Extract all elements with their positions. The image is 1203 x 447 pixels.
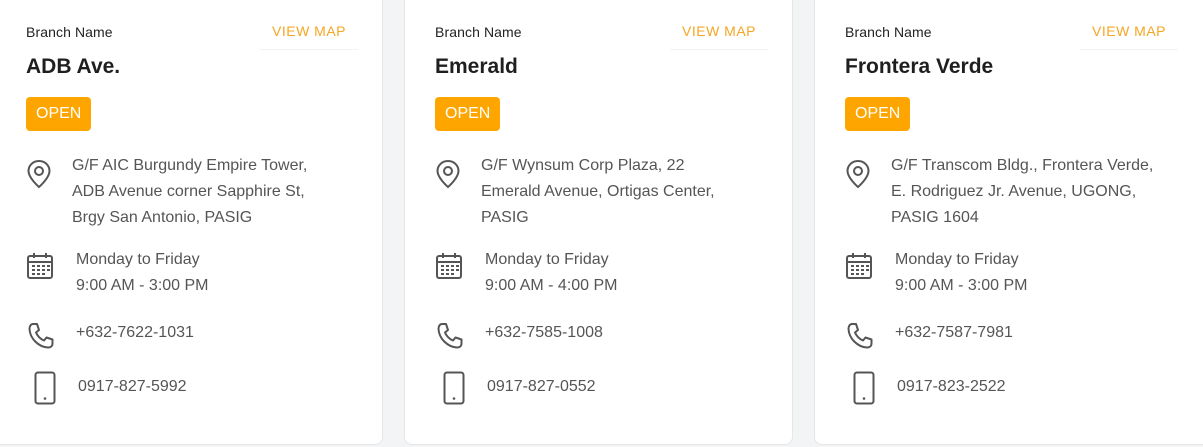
address-line: Emerald Avenue, Ortigas Center, — [481, 183, 715, 200]
address-line: G/F AIC Burgundy Empire Tower, — [72, 157, 308, 174]
status-badge: OPEN — [26, 97, 92, 131]
address-text: G/F Transcom Bldg., Frontera Verde, E. R… — [891, 153, 1153, 231]
status-badge: OPEN — [435, 97, 501, 131]
branch-name: ADB Ave. — [26, 55, 121, 78]
mobile-phone-icon — [443, 371, 465, 405]
address-line: G/F Wynsum Corp Plaza, 22 — [481, 157, 685, 174]
address-line: Brgy San Antonio, PASIG — [72, 209, 253, 226]
mobile-number[interactable]: 0917-823-2522 — [897, 374, 1006, 400]
mobile-number[interactable]: 0917-827-0552 — [487, 374, 596, 400]
hours-time: 9:00 AM - 4:00 PM — [485, 277, 618, 294]
map-pin-icon — [26, 159, 52, 189]
view-map-link[interactable]: VIEW MAP — [1080, 15, 1179, 50]
hours-days: Monday to Friday — [485, 251, 609, 268]
address-text: G/F AIC Burgundy Empire Tower, ADB Avenu… — [72, 153, 307, 231]
mobile-phone-icon — [34, 371, 56, 405]
phone-icon — [26, 321, 56, 351]
view-map-link[interactable]: VIEW MAP — [670, 15, 769, 50]
phone-number[interactable]: +632-7622-1031 — [76, 320, 194, 346]
branch-name: Emerald — [435, 55, 518, 78]
phone-icon — [845, 321, 875, 351]
view-map-link[interactable]: VIEW MAP — [260, 15, 359, 50]
phone-number[interactable]: +632-7585-1008 — [485, 320, 603, 346]
calendar-icon — [26, 252, 54, 280]
branch-name-label: Branch Name — [845, 24, 932, 40]
calendar-icon — [435, 252, 463, 280]
address-text: G/F Wynsum Corp Plaza, 22 Emerald Avenue… — [481, 153, 715, 231]
address-line: E. Rodriguez Jr. Avenue, UGONG, — [891, 183, 1137, 200]
branch-card: Branch Name VIEW MAP Emerald OPEN G/F Wy… — [404, 0, 793, 445]
calendar-icon — [845, 252, 873, 280]
address-line: G/F Transcom Bldg., Frontera Verde, — [891, 157, 1154, 174]
hours-time: 9:00 AM - 3:00 PM — [76, 277, 209, 294]
hours-text: Monday to Friday 9:00 AM - 3:00 PM — [76, 247, 209, 299]
address-line: ADB Avenue corner Sapphire St, — [72, 183, 305, 200]
hours-days: Monday to Friday — [76, 251, 200, 268]
branch-name-label: Branch Name — [26, 24, 113, 40]
branch-card: Branch Name VIEW MAP ADB Ave. OPEN G/F A… — [0, 0, 383, 445]
mobile-phone-icon — [853, 371, 875, 405]
status-badge: OPEN — [845, 97, 911, 131]
address-line: PASIG — [481, 209, 529, 226]
hours-time: 9:00 AM - 3:00 PM — [895, 277, 1028, 294]
map-pin-icon — [845, 159, 871, 189]
hours-text: Monday to Friday 9:00 AM - 4:00 PM — [485, 247, 618, 299]
phone-icon — [435, 321, 465, 351]
hours-text: Monday to Friday 9:00 AM - 3:00 PM — [895, 247, 1028, 299]
branch-card: Branch Name VIEW MAP Frontera Verde OPEN… — [814, 0, 1203, 445]
mobile-number[interactable]: 0917-827-5992 — [78, 374, 187, 400]
phone-number[interactable]: +632-7587-7981 — [895, 320, 1013, 346]
address-line: PASIG 1604 — [891, 209, 979, 226]
hours-days: Monday to Friday — [895, 251, 1019, 268]
map-pin-icon — [435, 159, 461, 189]
branch-name: Frontera Verde — [845, 55, 994, 78]
branch-name-label: Branch Name — [435, 24, 522, 40]
